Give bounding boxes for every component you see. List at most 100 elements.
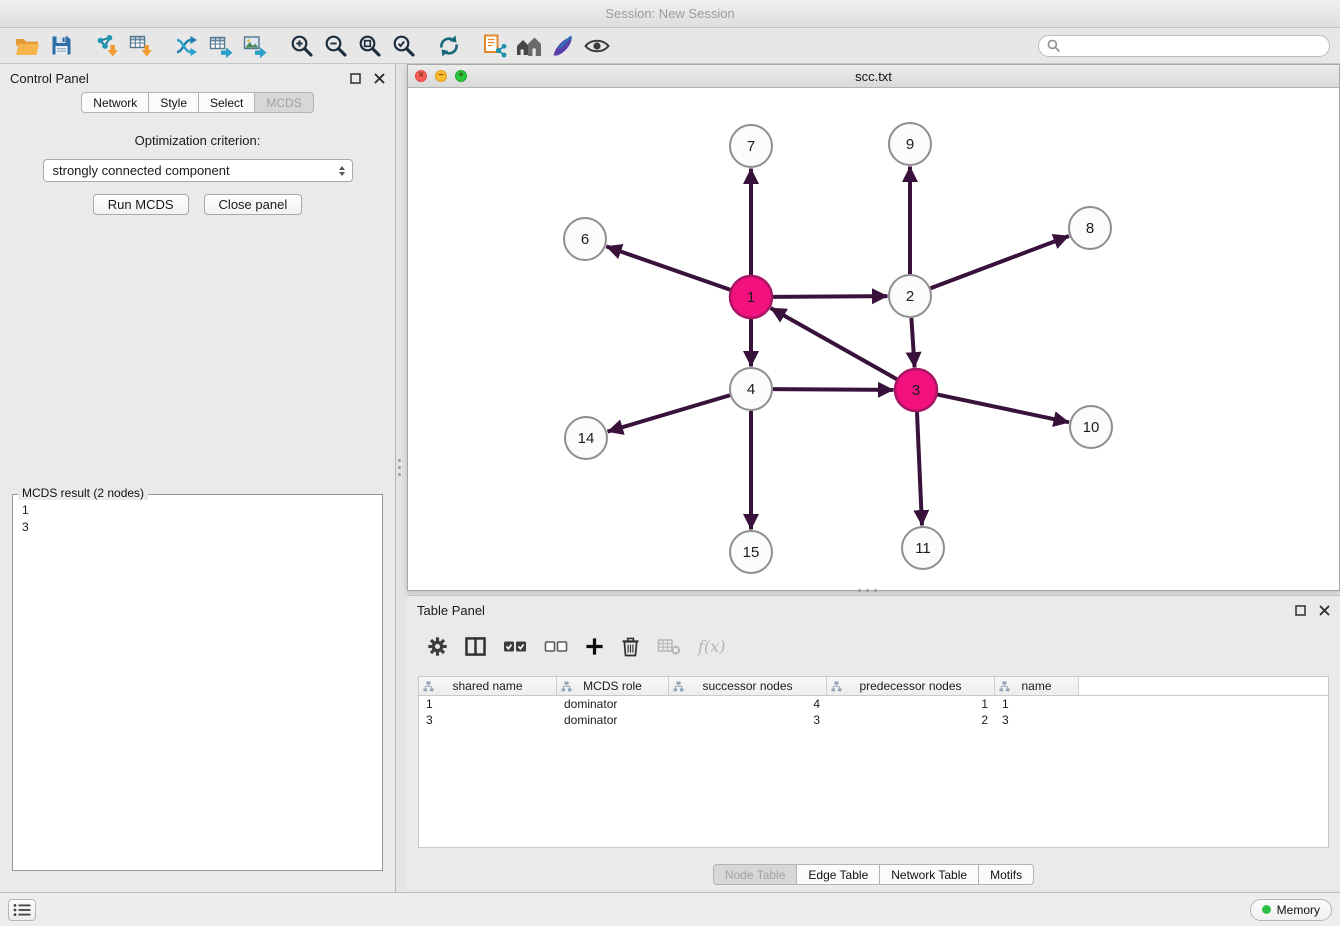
column-visibility-button[interactable]	[465, 637, 486, 656]
cell-name[interactable]: 1	[995, 696, 1079, 712]
window-close-traffic-icon[interactable]: ×	[415, 70, 427, 82]
tab-mcds[interactable]: MCDS	[254, 92, 313, 113]
column-header-label: predecessor nodes	[859, 679, 961, 693]
node-label: 4	[747, 381, 755, 398]
zoom-fit-button[interactable]	[352, 31, 386, 61]
apply-style-button[interactable]	[546, 31, 580, 61]
delete-column-button[interactable]	[621, 636, 640, 657]
task-list-icon	[13, 903, 31, 917]
cell-mcds-role[interactable]: dominator	[557, 696, 669, 712]
network-svg[interactable]: 7968124314101511	[408, 88, 1339, 590]
export-table-button[interactable]	[204, 31, 238, 61]
criterion-dropdown[interactable]: strongly connected component	[43, 159, 353, 182]
window-zoom-traffic-icon[interactable]: +	[455, 70, 467, 82]
network-canvas[interactable]: 7968124314101511	[408, 88, 1339, 590]
first-neighbors-button[interactable]	[512, 31, 546, 61]
search-input[interactable]	[1065, 39, 1321, 53]
tab-select[interactable]: Select	[198, 92, 255, 113]
tab-network[interactable]: Network	[81, 92, 149, 113]
node-table: shared name MCDS role successor nodes pr…	[418, 676, 1329, 848]
close-icon	[1319, 605, 1330, 616]
memory-label: Memory	[1277, 903, 1320, 917]
memory-button[interactable]: Memory	[1250, 899, 1332, 921]
column-header-predecessor-nodes[interactable]: predecessor nodes	[827, 677, 995, 695]
float-icon	[350, 73, 361, 84]
cell-shared-name[interactable]: 1	[419, 696, 557, 712]
column-header-shared-name[interactable]: shared name	[419, 677, 557, 695]
export-image-button[interactable]	[238, 31, 272, 61]
close-panel-button[interactable]	[374, 73, 385, 84]
close-panel-mcds-button[interactable]: Close panel	[204, 194, 303, 215]
close-table-panel-button[interactable]	[1319, 605, 1330, 616]
zoom-in-button[interactable]	[284, 31, 318, 61]
eye-icon	[584, 37, 610, 55]
edge-2-8[interactable]	[931, 236, 1069, 288]
edge-3-1[interactable]	[771, 308, 897, 379]
open-folder-icon	[15, 36, 40, 56]
mcds-result-line: 1	[22, 502, 373, 519]
window-minimize-traffic-icon[interactable]: −	[435, 70, 447, 82]
tab-network-table[interactable]: Network Table	[879, 864, 979, 885]
column-header-name[interactable]: name	[995, 677, 1079, 695]
plus-icon	[585, 637, 604, 656]
optimization-criterion-label: Optimization criterion:	[0, 133, 395, 148]
add-column-button[interactable]	[585, 637, 604, 656]
import-table-button[interactable]	[124, 31, 158, 61]
tab-motifs[interactable]: Motifs	[978, 864, 1034, 885]
run-mcds-button[interactable]: Run MCDS	[93, 194, 189, 215]
export-network-button[interactable]	[170, 31, 204, 61]
column-header-filler	[1079, 677, 1328, 695]
table-panel-header: Table Panel	[407, 596, 1340, 624]
edge-3-11[interactable]	[917, 412, 922, 526]
mcds-result-box[interactable]: MCDS result (2 nodes) 1 3	[12, 494, 383, 871]
column-visibility-icon	[465, 637, 486, 656]
cell-successor-nodes[interactable]: 3	[669, 712, 827, 728]
column-header-successor-nodes[interactable]: successor nodes	[669, 677, 827, 695]
node-label: 6	[581, 231, 589, 248]
cell-successor-nodes[interactable]: 4	[669, 696, 827, 712]
vertical-splitter-handle[interactable]	[398, 459, 401, 476]
deselect-all-icon	[544, 638, 568, 654]
open-button[interactable]	[10, 31, 44, 61]
table-row[interactable]: 1 dominator 4 1 1	[419, 696, 1328, 712]
zoom-in-icon	[290, 34, 313, 57]
cell-shared-name[interactable]: 3	[419, 712, 557, 728]
float-panel-button[interactable]	[350, 73, 361, 84]
edge-1-2[interactable]	[773, 296, 888, 297]
horizontal-splitter-handle[interactable]	[858, 589, 877, 592]
zoom-out-button[interactable]	[318, 31, 352, 61]
cell-predecessor-nodes[interactable]: 1	[827, 696, 995, 712]
show-hide-button[interactable]	[580, 31, 614, 61]
control-panel: Control Panel Network Style Select MCDS …	[0, 64, 396, 892]
network-window-titlebar: scc.txt × − +	[408, 65, 1339, 88]
tab-style[interactable]: Style	[148, 92, 199, 113]
tab-node-table[interactable]: Node Table	[713, 864, 798, 885]
export-network-icon	[175, 35, 199, 57]
task-history-button[interactable]	[8, 899, 36, 921]
node-label: 2	[906, 288, 914, 305]
edge-4-3[interactable]	[773, 389, 894, 390]
search-field[interactable]	[1038, 35, 1330, 57]
edge-1-6[interactable]	[606, 246, 730, 289]
cell-mcds-role[interactable]: dominator	[557, 712, 669, 728]
edge-3-10[interactable]	[938, 395, 1069, 423]
column-header-mcds-role[interactable]: MCDS role	[557, 677, 669, 695]
column-header-icon	[561, 681, 572, 692]
column-header-icon	[999, 681, 1010, 692]
table-row[interactable]: 3 dominator 3 2 3	[419, 712, 1328, 728]
edge-4-14[interactable]	[608, 395, 730, 431]
new-network-from-selection-button[interactable]	[478, 31, 512, 61]
zoom-selected-button[interactable]	[386, 31, 420, 61]
table-settings-button[interactable]	[427, 636, 448, 657]
apply-layout-button[interactable]	[432, 31, 466, 61]
cell-name[interactable]: 3	[995, 712, 1079, 728]
edge-2-3[interactable]	[911, 318, 914, 368]
cell-predecessor-nodes[interactable]: 2	[827, 712, 995, 728]
import-network-button[interactable]	[90, 31, 124, 61]
tab-edge-table[interactable]: Edge Table	[796, 864, 880, 885]
save-button[interactable]	[44, 31, 78, 61]
float-table-panel-button[interactable]	[1295, 605, 1306, 616]
network-window-title: scc.txt	[408, 69, 1339, 84]
select-all-button[interactable]	[503, 638, 527, 654]
deselect-all-button[interactable]	[544, 638, 568, 654]
